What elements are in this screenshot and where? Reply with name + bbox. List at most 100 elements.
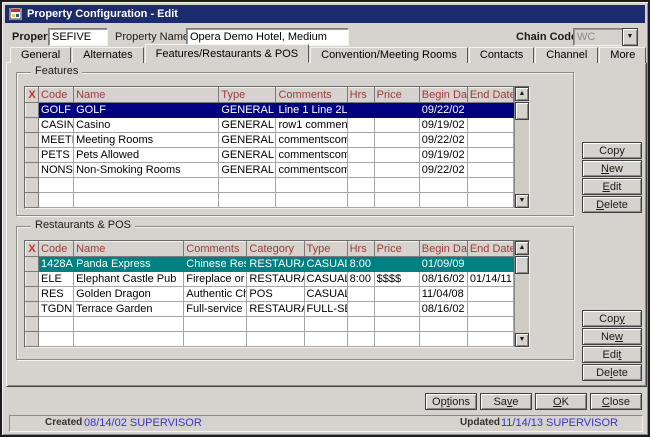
cell: Fireplace or pat: [184, 272, 247, 287]
column-header-category[interactable]: Category: [247, 242, 304, 257]
scroll-up-icon[interactable]: ▲: [515, 241, 529, 255]
delete-button[interactable]: Delete: [582, 364, 642, 381]
row-selector[interactable]: [26, 257, 39, 272]
column-header-end-date[interactable]: End Date: [467, 88, 513, 103]
column-header-end-date[interactable]: End Date: [467, 242, 513, 257]
tab-convention-meeting-rooms[interactable]: Convention/Meeting Rooms: [310, 47, 468, 63]
column-header-hrs[interactable]: Hrs: [347, 88, 374, 103]
copy-button[interactable]: Copy: [582, 310, 642, 327]
updated-label: Updated: [460, 417, 500, 428]
scroll-down-icon[interactable]: ▼: [515, 194, 529, 208]
table-row[interactable]: GOLFGOLFGENERALLine 1 Line 2Line09/22/02: [26, 103, 514, 118]
scroll-down-icon[interactable]: ▼: [515, 333, 529, 347]
cell: [74, 332, 184, 347]
column-header-x[interactable]: X: [26, 242, 39, 257]
cell: [467, 257, 513, 272]
cell: [347, 193, 374, 208]
cell: [247, 317, 304, 332]
cell: [374, 163, 419, 178]
cell: [467, 332, 513, 347]
cell: [347, 302, 374, 317]
scrollbar-thumb[interactable]: [515, 102, 529, 120]
restaurants-scrollbar[interactable]: ▲ ▼: [514, 241, 529, 347]
row-selector[interactable]: [26, 163, 39, 178]
row-selector[interactable]: [26, 317, 39, 332]
ok-button[interactable]: OK: [535, 393, 587, 410]
cell: [374, 148, 419, 163]
property-name-label: Property Name: [115, 29, 189, 45]
tab-channel[interactable]: Channel: [535, 47, 598, 63]
column-header-begin-date[interactable]: Begin Date: [419, 88, 467, 103]
delete-button[interactable]: Delete: [582, 196, 642, 213]
tab-features-restaurants-pos[interactable]: Features/Restaurants & POS: [145, 44, 309, 63]
column-header-code[interactable]: Code: [39, 88, 74, 103]
column-header-comments[interactable]: Comments: [276, 88, 347, 103]
column-header-code[interactable]: Code: [39, 242, 74, 257]
new-button[interactable]: New: [582, 328, 642, 345]
empty-row[interactable]: [26, 193, 514, 208]
table-row[interactable]: TGDNTerrace GardenFull-service dininREST…: [26, 302, 514, 317]
tab-general[interactable]: General: [10, 47, 71, 63]
row-selector[interactable]: [26, 178, 39, 193]
table-row[interactable]: RESGolden DragonAuthentic ChinesPOSCASUA…: [26, 287, 514, 302]
column-header-price[interactable]: Price: [374, 242, 419, 257]
scroll-up-icon[interactable]: ▲: [515, 87, 529, 101]
cell: Authentic Chines: [184, 287, 247, 302]
column-header-type[interactable]: Type: [219, 88, 276, 103]
tab-more[interactable]: More: [599, 47, 646, 63]
cell: [374, 317, 419, 332]
tab-alternates[interactable]: Alternates: [72, 47, 144, 63]
options-button[interactable]: Options: [425, 393, 477, 410]
cell: [347, 148, 374, 163]
cell: [184, 332, 247, 347]
empty-row[interactable]: [26, 178, 514, 193]
table-row[interactable]: PETSPets AllowedGENERALcommentscomme09/1…: [26, 148, 514, 163]
close-button[interactable]: Close: [590, 393, 642, 410]
new-button[interactable]: New: [582, 160, 642, 177]
row-selector[interactable]: [26, 103, 39, 118]
cell: row1 comments o: [276, 118, 347, 133]
row-selector[interactable]: [26, 287, 39, 302]
empty-row[interactable]: [26, 317, 514, 332]
scrollbar-thumb[interactable]: [515, 256, 529, 274]
save-button[interactable]: Save: [480, 393, 532, 410]
features-scrollbar[interactable]: ▲ ▼: [514, 87, 529, 208]
cell: MEETING: [39, 133, 74, 148]
cell: RESTAURANT: [247, 302, 304, 317]
row-selector[interactable]: [26, 332, 39, 347]
tab-contacts[interactable]: Contacts: [469, 47, 534, 63]
table-row[interactable]: CASINOCasinoGENERALrow1 comments o09/19/…: [26, 118, 514, 133]
table-row[interactable]: NONSMKNon-Smoking RoomsGENERALcommentsco…: [26, 163, 514, 178]
row-selector[interactable]: [26, 193, 39, 208]
table-row[interactable]: MEETINGMeeting RoomsGENERALcommentscomme…: [26, 133, 514, 148]
column-header-x[interactable]: X: [26, 88, 39, 103]
empty-row[interactable]: [26, 332, 514, 347]
cell: 8:00: [347, 257, 374, 272]
row-selector[interactable]: [26, 148, 39, 163]
column-header-name[interactable]: Name: [74, 242, 184, 257]
cell: [419, 332, 467, 347]
cell: [74, 178, 219, 193]
cell: Full-service dinin: [184, 302, 247, 317]
row-selector[interactable]: [26, 133, 39, 148]
cell: [374, 193, 419, 208]
cell: RESTAURANT: [247, 272, 304, 287]
cell: 09/19/02: [419, 118, 467, 133]
created-value: 08/14/02 SUPERVISOR: [84, 417, 202, 429]
row-selector[interactable]: [26, 118, 39, 133]
column-header-name[interactable]: Name: [74, 88, 219, 103]
table-row[interactable]: ELEElephant Castle PubFireplace or patRE…: [26, 272, 514, 287]
cell: [39, 193, 74, 208]
column-header-hrs[interactable]: Hrs: [347, 242, 374, 257]
column-header-price[interactable]: Price: [374, 88, 419, 103]
edit-button[interactable]: Edit: [582, 346, 642, 363]
row-selector[interactable]: [26, 272, 39, 287]
copy-button[interactable]: Copy: [582, 142, 642, 159]
table-row[interactable]: 1428ADPanda ExpressChinese RestauRESTAUR…: [26, 257, 514, 272]
edit-button[interactable]: Edit: [582, 178, 642, 195]
row-selector[interactable]: [26, 302, 39, 317]
cell: [304, 317, 347, 332]
column-header-type[interactable]: Type: [304, 242, 347, 257]
column-header-comments[interactable]: Comments: [184, 242, 247, 257]
column-header-begin-date[interactable]: Begin Date: [419, 242, 467, 257]
